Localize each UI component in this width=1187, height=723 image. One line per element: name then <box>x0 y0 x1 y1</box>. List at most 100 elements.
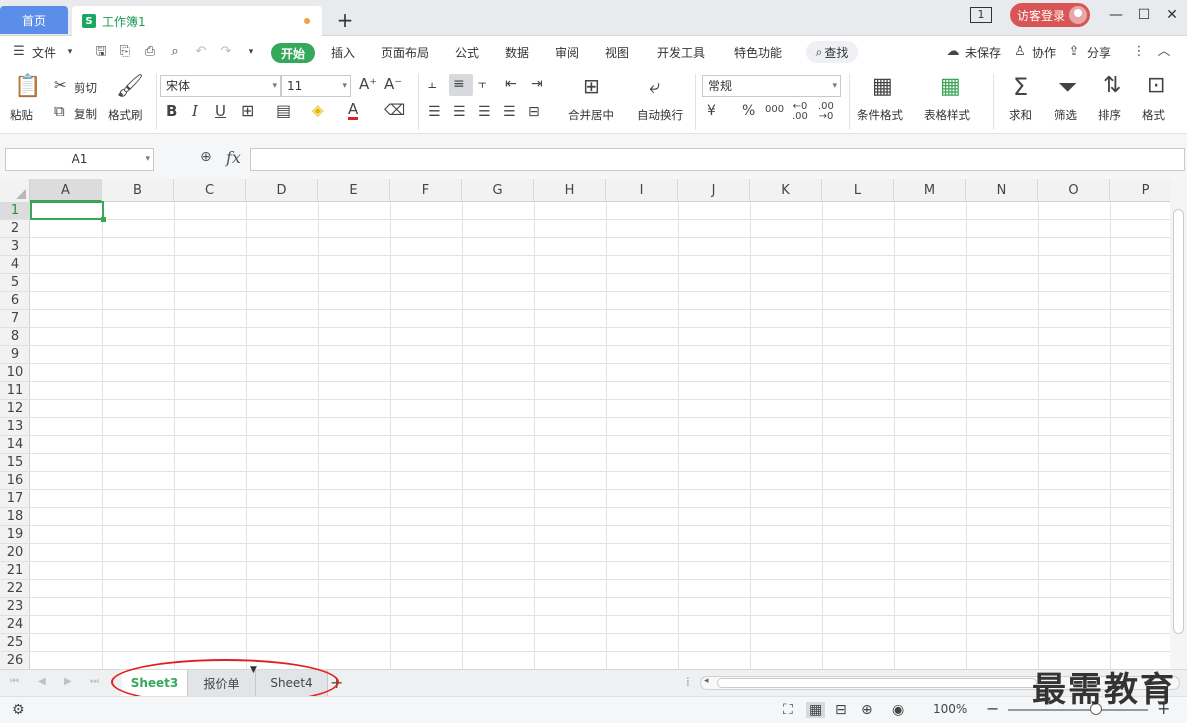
menu-data[interactable]: 数据 <box>505 44 529 61</box>
vertical-scroll-thumb[interactable] <box>1173 209 1184 634</box>
row-header[interactable]: 10 <box>0 364 30 382</box>
insert-function-button[interactable]: fx <box>226 148 241 167</box>
wrap-text-button[interactable]: 自动换行 <box>637 107 683 123</box>
cut-button[interactable]: 剪切 <box>74 80 97 96</box>
close-button[interactable]: ✕ <box>1161 6 1183 24</box>
column-header[interactable]: J <box>678 179 750 202</box>
italic-button[interactable]: I <box>192 104 198 119</box>
row-header[interactable]: 14 <box>0 436 30 454</box>
column-header[interactable]: A <box>30 179 102 202</box>
table-style-button[interactable]: 表格样式 <box>924 107 970 123</box>
column-header[interactable]: P <box>1110 179 1170 202</box>
menu-review[interactable]: 审阅 <box>555 44 579 61</box>
column-header[interactable]: F <box>390 179 462 202</box>
vertical-scrollbar[interactable] <box>1170 179 1187 669</box>
macro-icon[interactable]: ⚙ <box>12 702 25 718</box>
font-color-button[interactable]: A <box>348 102 359 120</box>
format-icon[interactable]: ⊡ <box>1147 75 1165 97</box>
row-header[interactable]: 9 <box>0 346 30 364</box>
menu-page-layout[interactable]: 页面布局 <box>381 44 429 61</box>
column-header[interactable]: M <box>894 179 966 202</box>
wrap-text-icon[interactable]: ⤶ <box>649 76 660 96</box>
column-header[interactable]: G <box>462 179 534 202</box>
normal-view-icon[interactable]: ▦ <box>806 702 826 718</box>
row-header[interactable]: 23 <box>0 598 30 616</box>
cut-icon[interactable]: ✂ <box>54 78 67 93</box>
menu-developer[interactable]: 开发工具 <box>657 44 705 61</box>
column-header[interactable]: N <box>966 179 1038 202</box>
row-header[interactable]: 13 <box>0 418 30 436</box>
row-header[interactable]: 5 <box>0 274 30 292</box>
menu-view[interactable]: 视图 <box>605 44 629 61</box>
paste-icon[interactable]: 📋 <box>14 76 41 98</box>
row-header[interactable]: 18 <box>0 508 30 526</box>
row-header[interactable]: 26 <box>0 652 30 669</box>
borders-icon[interactable]: ⊞ <box>241 103 254 119</box>
spreadsheet-grid[interactable]: ABCDEFGHIJKLMNOP 1 2 3 4 5 6 7 8 9 10 11 12 13 14 15 16… <box>0 179 1170 669</box>
row-header[interactable]: 7 <box>0 310 30 328</box>
maximize-button[interactable]: ☐ <box>1133 6 1155 24</box>
column-header[interactable]: C <box>174 179 246 202</box>
row-header[interactable]: 21 <box>0 562 30 580</box>
formula-input[interactable] <box>250 148 1185 171</box>
bold-button[interactable]: B <box>166 104 177 119</box>
undo-icon[interactable]: ↶ <box>194 45 208 59</box>
chevron-down-icon[interactable]: ▾ <box>63 45 77 59</box>
cell-style-icon[interactable]: ▤ <box>276 103 291 119</box>
merge-center-icon[interactable]: ⊞ <box>583 76 600 96</box>
name-box[interactable]: A1 <box>5 148 154 171</box>
row-header[interactable]: 19 <box>0 526 30 544</box>
decrease-decimal-icon[interactable]: .00 →0 <box>818 102 834 122</box>
distribute-icon[interactable]: ⊟ <box>528 105 540 119</box>
row-header[interactable]: 20 <box>0 544 30 562</box>
select-all-button[interactable] <box>0 179 30 202</box>
prev-sheet-icon[interactable]: ◀ <box>38 676 46 687</box>
column-header[interactable]: H <box>534 179 606 202</box>
column-header[interactable]: E <box>318 179 390 202</box>
menu-insert[interactable]: 插入 <box>331 44 355 61</box>
currency-button[interactable]: ¥ <box>707 104 716 118</box>
horizontal-scroll-thumb[interactable] <box>717 678 1037 688</box>
hamburger-icon[interactable]: ☰ <box>12 45 26 59</box>
zoom-out-button[interactable]: − <box>986 699 999 718</box>
sum-icon[interactable]: Σ <box>1013 75 1028 99</box>
row-header[interactable]: 6 <box>0 292 30 310</box>
row-header[interactable]: 2 <box>0 220 30 238</box>
increase-font-icon[interactable]: A⁺ <box>359 77 377 92</box>
unsaved-status[interactable]: 未保存 <box>965 44 1001 61</box>
fill-color-icon[interactable]: ◈ <box>312 103 324 118</box>
export-icon[interactable]: ⎘ <box>118 45 132 59</box>
font-family-select[interactable]: 宋体 <box>160 75 281 97</box>
tab-workbook[interactable]: S 工作簿1 <box>72 6 322 36</box>
column-header[interactable]: I <box>606 179 678 202</box>
row-header[interactable]: 24 <box>0 616 30 634</box>
conditional-format-button[interactable]: 条件格式 <box>857 107 903 123</box>
filter-icon[interactable]: ⏷ <box>1058 75 1077 99</box>
save-icon[interactable]: 🖫 <box>94 45 108 59</box>
increase-indent-icon[interactable]: ⇥ <box>531 77 543 91</box>
conditional-format-icon[interactable]: ▦ <box>872 76 893 98</box>
share-button[interactable]: 分享 <box>1087 44 1111 61</box>
decrease-font-icon[interactable]: A⁻ <box>384 77 402 92</box>
row-header[interactable]: 8 <box>0 328 30 346</box>
align-center-icon[interactable]: ☰ <box>453 105 466 119</box>
login-button[interactable]: 访客登录 <box>1010 3 1090 27</box>
decrease-indent-icon[interactable]: ⇤ <box>505 77 517 91</box>
row-header[interactable]: 17 <box>0 490 30 508</box>
quick-access-more-icon[interactable]: ▾ <box>244 45 258 59</box>
row-header[interactable]: 3 <box>0 238 30 256</box>
row-header[interactable]: 1 <box>0 202 30 220</box>
justify-icon[interactable]: ☰ <box>503 105 516 119</box>
font-size-select[interactable]: 11 <box>281 75 351 97</box>
align-left-icon[interactable]: ☰ <box>428 105 441 119</box>
table-style-icon[interactable]: ▦ <box>940 76 961 98</box>
last-sheet-icon[interactable]: ⏭ <box>90 676 99 687</box>
align-bottom-icon[interactable]: ⫟ <box>478 77 486 91</box>
number-format-select[interactable]: 常规 <box>702 75 841 97</box>
collaborate-button[interactable]: 协作 <box>1032 44 1056 61</box>
align-right-icon[interactable]: ☰ <box>478 105 491 119</box>
menu-formulas[interactable]: 公式 <box>455 44 479 61</box>
format-button[interactable]: 格式 <box>1142 107 1165 123</box>
sort-button[interactable]: 排序 <box>1098 107 1121 123</box>
window-count-icon[interactable]: 1 <box>970 7 992 23</box>
